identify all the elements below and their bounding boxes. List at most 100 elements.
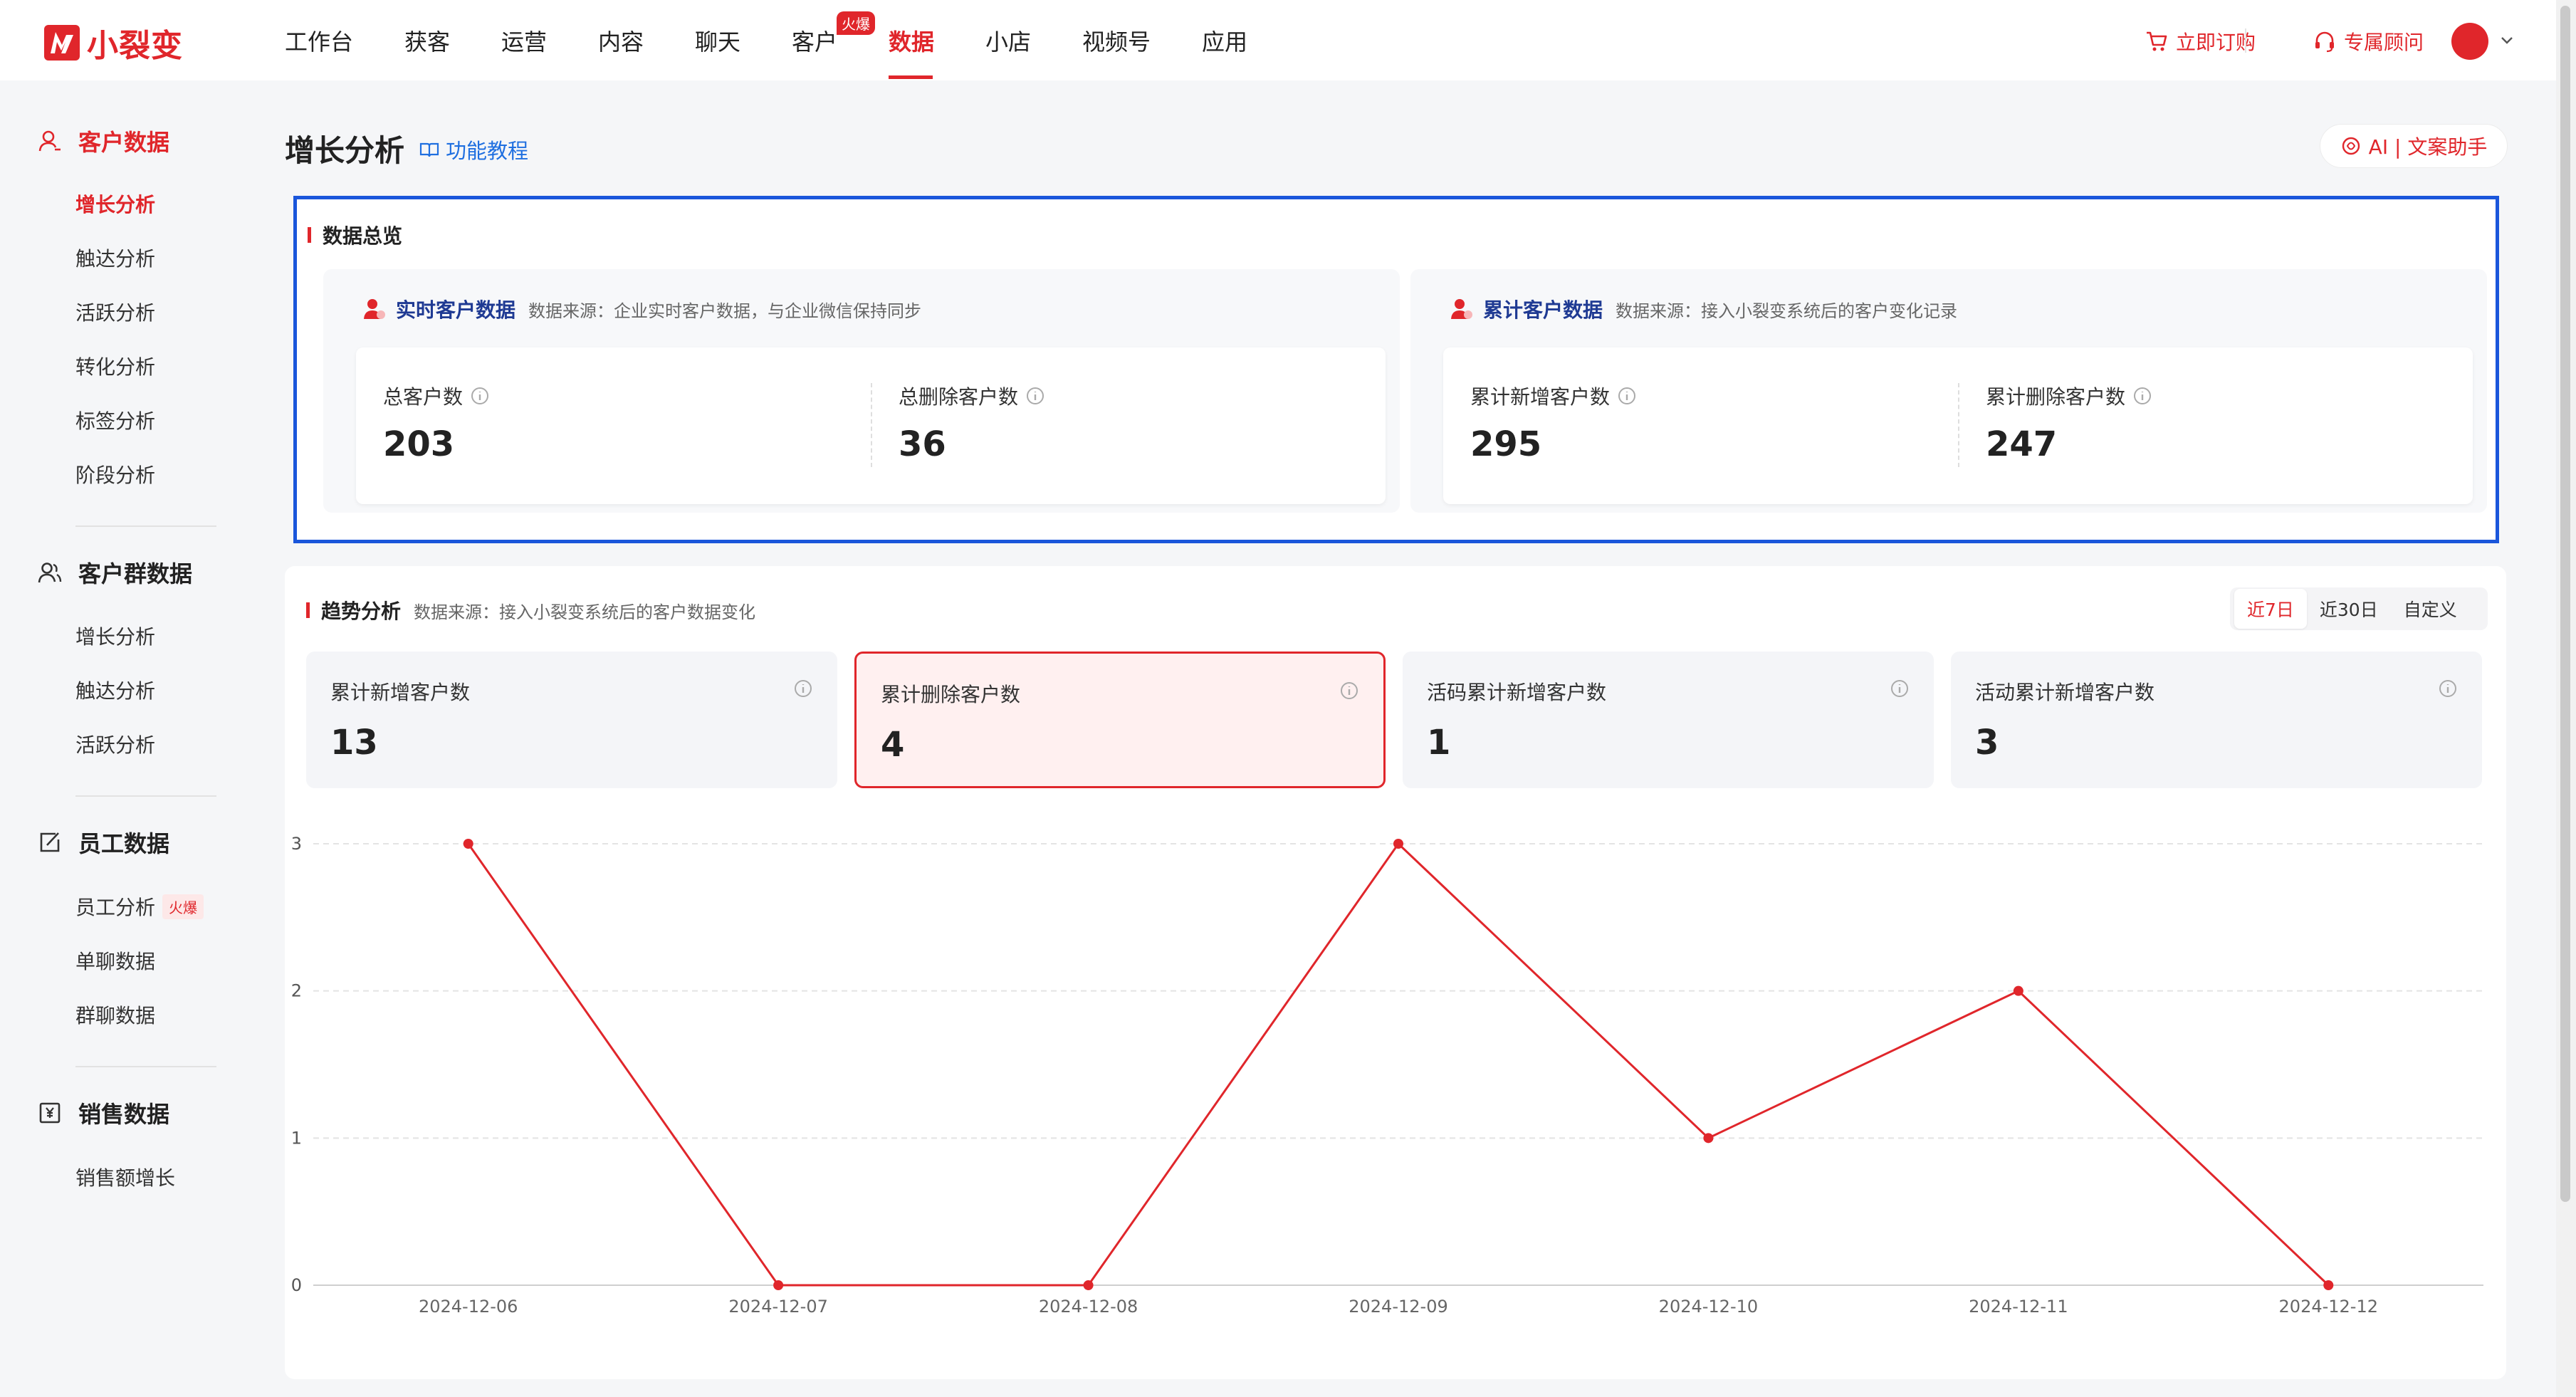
info-icon[interactable] xyxy=(1617,386,1637,406)
sidebar-hot-tag: 火爆 xyxy=(162,894,204,919)
cumulative-added-label: 累计新增客户数 xyxy=(1470,385,1611,409)
stat-card-label: 累计新增客户数 xyxy=(330,681,471,704)
trend-source-note: 数据来源：接入小裂变系统后的客户数据变化 xyxy=(414,602,756,622)
logo-icon xyxy=(44,25,80,61)
stat-card-cumulative-deleted[interactable]: 累计删除客户数 4 xyxy=(854,652,1386,788)
sidebar-item-single-chat[interactable]: 单聊数据 xyxy=(75,946,155,975)
title-accent-bar xyxy=(306,602,310,618)
sidebar-group-label: 员工数据 xyxy=(78,830,170,857)
info-icon[interactable] xyxy=(1890,679,1910,698)
subscribe-button[interactable]: 立即订购 xyxy=(2145,27,2256,56)
stat-card-livecode-added[interactable]: 活码累计新增客户数 1 xyxy=(1403,652,1934,788)
user-badge-icon xyxy=(364,299,385,319)
nav-item-workbench[interactable]: 工作台 xyxy=(285,24,353,57)
nav-item-content[interactable]: 内容 xyxy=(598,24,644,57)
date-range-tabs: 近7日 近30日 自定义 xyxy=(2230,587,2488,630)
info-icon[interactable] xyxy=(2132,386,2152,406)
tutorial-link[interactable]: 功能教程 xyxy=(419,135,528,164)
page-title: 增长分析 xyxy=(285,133,405,168)
data-point xyxy=(463,839,473,849)
data-point xyxy=(773,1280,784,1290)
metric-label: 累计删除客户数 xyxy=(1986,382,2152,410)
nav-item-operate[interactable]: 运营 xyxy=(501,24,547,57)
info-icon[interactable] xyxy=(1025,386,1045,406)
cumulative-deleted-value: 247 xyxy=(1986,424,2058,464)
total-customers-value: 203 xyxy=(383,424,455,464)
book-icon xyxy=(419,142,439,157)
nav-hot-badge: 火爆 xyxy=(837,11,875,35)
sidebar-group-staff-data[interactable]: 员工数据 xyxy=(37,826,169,859)
trend-chart: 0 1 2 3 2024-12-06 2024-12-07 2024-12-08 2024-1… xyxy=(285,808,2506,1378)
ai-copywriter-button[interactable]: AI | 文案助手 xyxy=(2320,124,2508,168)
scrollbar-thumb[interactable] xyxy=(2560,6,2570,1202)
sidebar-item-customer-tags[interactable]: 标签分析 xyxy=(75,406,155,434)
sidebar-item-staff-analysis[interactable]: 员工分析 xyxy=(75,892,155,921)
data-point xyxy=(1703,1133,1714,1144)
data-point xyxy=(2323,1280,2334,1290)
top-divider xyxy=(2245,28,2246,53)
brand-logo[interactable]: 小裂变 xyxy=(44,20,183,66)
nav-item-acquire[interactable]: 获客 xyxy=(404,24,450,57)
x-tick-label: 2024-12-08 xyxy=(1039,1297,1138,1317)
realtime-panel-title: 实时客户数据 xyxy=(396,298,516,322)
data-overview-panel: 数据总览 实时客户数据 数据来源：企业实时客户数据，与企业微信保持同步 总客户数… xyxy=(293,196,2499,543)
range-tab-30d[interactable]: 近30日 xyxy=(2307,589,2391,629)
cumulative-panel-header: 累计客户数据 数据来源：接入小裂变系统后的客户变化记录 xyxy=(1449,295,1957,323)
info-icon[interactable] xyxy=(793,679,813,698)
sidebar-group-group-data[interactable]: 客户群数据 xyxy=(37,556,192,589)
nav-item-customer[interactable]: 客户 xyxy=(792,24,837,57)
sidebar: 客户数据 增长分析 触达分析 活跃分析 转化分析 标签分析 阶段分析 客户群数据… xyxy=(0,80,256,1397)
info-icon[interactable] xyxy=(470,386,490,406)
sidebar-item-customer-conversion[interactable]: 转化分析 xyxy=(75,352,155,380)
cart-icon xyxy=(2147,31,2167,51)
sidebar-item-group-chat[interactable]: 群聊数据 xyxy=(75,1000,155,1029)
sidebar-item-group-active[interactable]: 活跃分析 xyxy=(75,730,155,758)
sidebar-group-sales-data[interactable]: 销售数据 xyxy=(37,1097,169,1129)
info-icon[interactable] xyxy=(2438,679,2458,698)
nav-active-indicator xyxy=(889,75,933,79)
tutorial-label: 功能教程 xyxy=(446,139,529,163)
nav-item-data[interactable]: 数据 xyxy=(889,24,934,57)
sidebar-item-customer-stage[interactable]: 阶段分析 xyxy=(75,460,155,488)
sidebar-item-customer-active[interactable]: 活跃分析 xyxy=(75,298,155,326)
range-tab-7d[interactable]: 近7日 xyxy=(2234,589,2307,629)
sidebar-item-customer-growth[interactable]: 增长分析 xyxy=(75,189,155,218)
info-icon[interactable] xyxy=(1339,681,1359,701)
metric-divider xyxy=(871,383,872,467)
realtime-customer-panel: 实时客户数据 数据来源：企业实时客户数据，与企业微信保持同步 总客户数 203 … xyxy=(323,269,1400,513)
ai-spark-icon xyxy=(2342,137,2360,155)
y-tick-label: 3 xyxy=(291,834,302,854)
cumulative-panel-source: 数据来源：接入小裂变系统后的客户变化记录 xyxy=(1616,300,1958,321)
y-tick-label: 2 xyxy=(291,981,302,1001)
metric-label: 累计新增客户数 xyxy=(1470,382,1637,410)
avatar[interactable] xyxy=(2451,23,2488,60)
ai-copywriter-label: AI | 文案助手 xyxy=(2368,135,2488,159)
overview-title: 数据总览 xyxy=(308,221,402,249)
sidebar-item-group-growth[interactable]: 增长分析 xyxy=(75,622,155,650)
x-tick-label: 2024-12-12 xyxy=(2279,1297,2378,1317)
consultant-button[interactable]: 专属顾问 xyxy=(2313,27,2424,56)
headset-icon xyxy=(2315,31,2334,53)
sidebar-group-customer-data[interactable]: 客户数据 xyxy=(37,125,169,157)
yen-box-icon xyxy=(39,1102,61,1124)
nav-item-chat[interactable]: 聊天 xyxy=(695,24,740,57)
nav-item-channels[interactable]: 视频号 xyxy=(1082,24,1151,57)
x-tick-label: 2024-12-10 xyxy=(1659,1297,1758,1317)
metric-label: 总删除客户数 xyxy=(899,382,1045,410)
sidebar-item-customer-reach[interactable]: 触达分析 xyxy=(75,244,155,272)
consultant-label: 专属顾问 xyxy=(2344,31,2424,54)
nav-item-shop[interactable]: 小店 xyxy=(985,24,1031,57)
data-point xyxy=(1393,839,1403,849)
stat-card-campaign-added[interactable]: 活动累计新增客户数 3 xyxy=(1951,652,2482,788)
chevron-down-icon[interactable] xyxy=(2499,33,2515,48)
sidebar-item-sales-growth[interactable]: 销售额增长 xyxy=(75,1163,175,1191)
sidebar-item-group-reach[interactable]: 触达分析 xyxy=(75,676,155,704)
sidebar-group-label: 客户数据 xyxy=(78,129,170,156)
nav-item-apps[interactable]: 应用 xyxy=(1202,24,1247,57)
range-tab-custom[interactable]: 自定义 xyxy=(2391,589,2470,629)
trend-line-chart: 0 1 2 3 2024-12-06 2024-12-07 2024-12-08 2024-1… xyxy=(291,834,2483,1317)
stat-card-label: 累计删除客户数 xyxy=(881,683,1021,706)
stat-card-cumulative-added[interactable]: 累计新增客户数 13 xyxy=(306,652,837,788)
x-tick-label: 2024-12-07 xyxy=(728,1297,827,1317)
realtime-metrics-card: 总客户数 203 总删除客户数 36 xyxy=(356,347,1386,504)
